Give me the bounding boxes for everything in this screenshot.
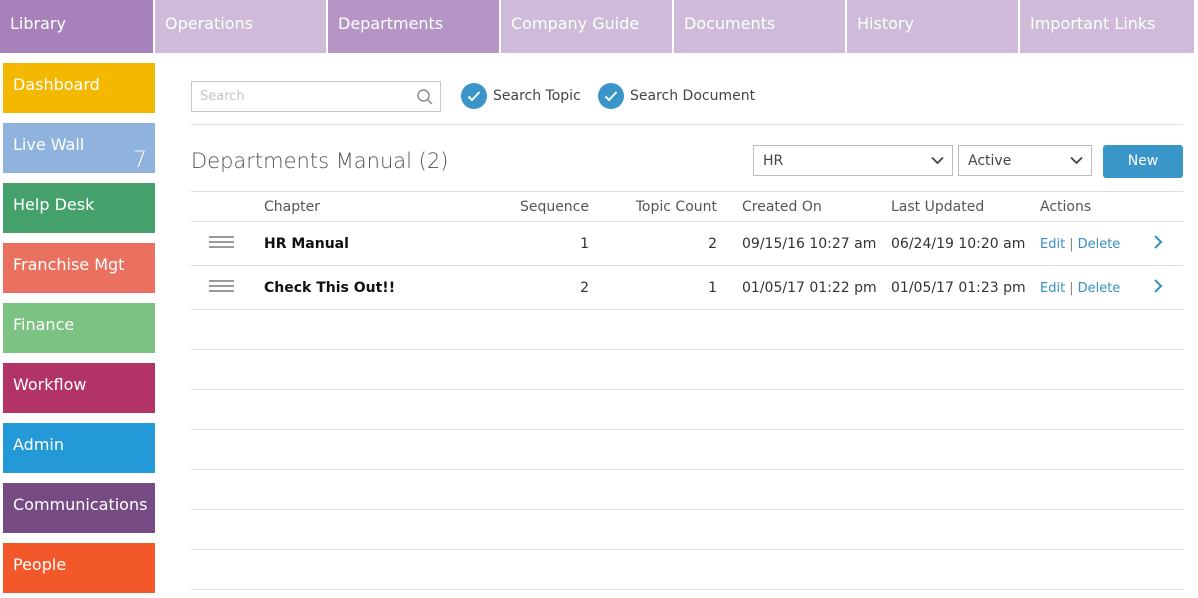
tab-company-guide[interactable]: Company Guide bbox=[501, 0, 672, 53]
tab-operations[interactable]: Operations bbox=[155, 0, 326, 53]
empty-row bbox=[191, 470, 1183, 510]
sidebar-item-label: Finance bbox=[13, 315, 75, 334]
status-select[interactable]: Active bbox=[958, 145, 1092, 176]
table-row[interactable]: HR Manual 1 2 09/15/16 10:27 am 06/24/19… bbox=[191, 222, 1183, 266]
drag-handle-icon[interactable] bbox=[209, 236, 234, 248]
chevron-right-icon[interactable] bbox=[1153, 234, 1163, 250]
chapter-name: Check This Out!! bbox=[264, 279, 396, 296]
header-last-updated[interactable]: Last Updated bbox=[891, 192, 1040, 222]
sidebar-item-label: Workflow bbox=[13, 375, 87, 394]
sidebar-item-label: Communications bbox=[13, 495, 148, 514]
page-title: Departments Manual (2) bbox=[191, 149, 449, 173]
department-select-value: HR bbox=[763, 153, 784, 169]
sidebar-item-admin[interactable]: Admin bbox=[3, 423, 155, 473]
sidebar-item-label: Live Wall bbox=[13, 135, 85, 154]
sidebar-item-people[interactable]: People bbox=[3, 543, 155, 593]
sequence-value: 2 bbox=[580, 279, 589, 296]
empty-row bbox=[191, 510, 1183, 550]
search-icon[interactable] bbox=[416, 88, 434, 106]
chapter-name: HR Manual bbox=[264, 235, 349, 252]
action-separator: | bbox=[1069, 236, 1074, 252]
sidebar-item-label: People bbox=[13, 555, 67, 574]
header-actions: Actions bbox=[1040, 198, 1092, 215]
live-wall-count-badge: 7 bbox=[133, 148, 147, 173]
last-updated-value: 01/05/17 01:23 pm bbox=[891, 279, 1026, 296]
chapters-table: Chapter Sequence Topic Count Created On … bbox=[191, 191, 1183, 590]
tab-important-links[interactable]: Important Links bbox=[1020, 0, 1194, 53]
table-header-row: Chapter Sequence Topic Count Created On … bbox=[191, 191, 1183, 222]
tab-library[interactable]: Library bbox=[0, 0, 153, 53]
status-select-value: Active bbox=[968, 153, 1012, 169]
delete-link[interactable]: Delete bbox=[1078, 281, 1121, 296]
actions-cell: Edit | Delete bbox=[1040, 222, 1153, 266]
sequence-value: 1 bbox=[580, 235, 589, 252]
sidebar-item-live-wall[interactable]: Live Wall 7 bbox=[3, 123, 155, 173]
search-document-checkbox[interactable]: Search Document bbox=[598, 83, 755, 109]
last-updated-value: 06/24/19 10:20 am bbox=[891, 235, 1026, 252]
sidebar-item-franchise-mgt[interactable]: Franchise Mgt bbox=[3, 243, 155, 293]
sidebar-item-label: Help Desk bbox=[13, 195, 95, 214]
department-select[interactable]: HR bbox=[753, 145, 953, 176]
table-row[interactable]: Check This Out!! 2 1 01/05/17 01:22 pm 0… bbox=[191, 266, 1183, 310]
empty-row bbox=[191, 430, 1183, 470]
header-created-on[interactable]: Created On bbox=[742, 192, 891, 222]
edit-link[interactable]: Edit bbox=[1040, 281, 1065, 296]
sidebar-item-finance[interactable]: Finance bbox=[3, 303, 155, 353]
edit-link[interactable]: Edit bbox=[1040, 237, 1065, 252]
search-topic-label: Search Topic bbox=[493, 88, 581, 104]
search-box bbox=[191, 81, 441, 112]
created-on-value: 01/05/17 01:22 pm bbox=[742, 279, 877, 296]
tab-documents[interactable]: Documents bbox=[674, 0, 845, 53]
spacer-cell bbox=[717, 266, 742, 310]
sidebar-item-label: Franchise Mgt bbox=[13, 255, 125, 274]
header-drag bbox=[191, 192, 264, 222]
tab-history[interactable]: History bbox=[847, 0, 1018, 53]
search-topic-checkbox[interactable]: Search Topic bbox=[461, 83, 581, 109]
chevron-down-icon bbox=[1070, 156, 1083, 165]
drag-handle-icon[interactable] bbox=[209, 280, 234, 292]
topic-count-value: 1 bbox=[708, 279, 717, 296]
title-row: Departments Manual (2) HR Active New bbox=[191, 125, 1183, 191]
header-spacer bbox=[717, 192, 742, 222]
sidebar-item-workflow[interactable]: Workflow bbox=[3, 363, 155, 413]
empty-row bbox=[191, 350, 1183, 390]
empty-row bbox=[191, 390, 1183, 430]
topic-count-value: 2 bbox=[708, 235, 717, 252]
sidebar-item-communications[interactable]: Communications bbox=[3, 483, 155, 533]
sidebar-item-help-desk[interactable]: Help Desk bbox=[3, 183, 155, 233]
chevron-down-icon bbox=[931, 156, 944, 165]
new-button[interactable]: New bbox=[1103, 145, 1183, 178]
action-separator: | bbox=[1069, 280, 1074, 296]
main-content: Search Topic Search Document Departments… bbox=[191, 63, 1183, 590]
header-chapter[interactable]: Chapter bbox=[264, 192, 494, 222]
sidebar: Dashboard Live Wall 7 Help Desk Franchis… bbox=[3, 63, 155, 598]
actions-cell: Edit | Delete bbox=[1040, 266, 1153, 310]
header-go bbox=[1153, 192, 1183, 222]
sidebar-item-label: Admin bbox=[13, 435, 64, 454]
created-on-value: 09/15/16 10:27 am bbox=[742, 235, 877, 252]
empty-row bbox=[191, 550, 1183, 590]
check-icon bbox=[461, 83, 487, 109]
sidebar-item-dashboard[interactable]: Dashboard bbox=[3, 63, 155, 113]
search-input[interactable] bbox=[192, 82, 407, 111]
spacer-cell bbox=[717, 222, 742, 266]
top-nav: Library Operations Departments Company G… bbox=[0, 0, 1198, 53]
chevron-right-icon[interactable] bbox=[1153, 278, 1163, 294]
search-row: Search Topic Search Document bbox=[191, 63, 1183, 125]
header-topic-count[interactable]: Topic Count bbox=[589, 192, 717, 222]
check-icon bbox=[598, 83, 624, 109]
tab-departments[interactable]: Departments bbox=[328, 0, 499, 53]
header-sequence[interactable]: Sequence bbox=[494, 192, 589, 222]
empty-row bbox=[191, 310, 1183, 350]
sidebar-item-label: Dashboard bbox=[13, 75, 100, 94]
search-document-label: Search Document bbox=[630, 88, 756, 104]
go-cell bbox=[1153, 266, 1183, 310]
delete-link[interactable]: Delete bbox=[1078, 237, 1121, 252]
go-cell bbox=[1153, 222, 1183, 266]
